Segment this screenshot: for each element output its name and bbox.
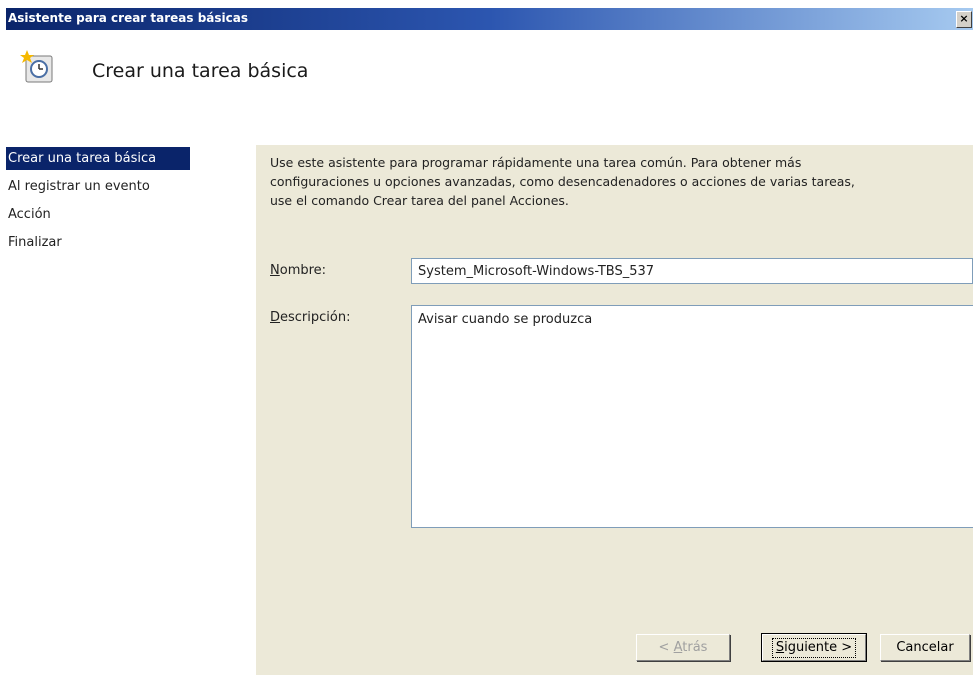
next-accel: S [775, 640, 785, 655]
nav-item-create-basic-task[interactable]: Crear una tarea básica [6, 147, 190, 170]
back-button[interactable]: < Atrás [636, 634, 730, 661]
description-label-rest: escripción: [280, 310, 351, 325]
step-navigation: Crear una tarea básica Al registrar un e… [6, 145, 256, 675]
close-icon: × [959, 12, 969, 25]
window-title: Asistente para crear tareas básicas [8, 11, 249, 25]
name-label: Nombre: [270, 263, 326, 278]
instructions-text: Use este asistente para programar rápida… [270, 153, 970, 210]
next-button[interactable]: Siguiente > [761, 633, 867, 662]
next-focus: Siguiente > [771, 638, 857, 658]
name-label-accel: N [270, 263, 280, 278]
instructions-line: Use este asistente para programar rápida… [270, 155, 802, 170]
wizard-body: Crear una tarea básica Al registrar un e… [6, 145, 973, 675]
wizard-window: Asistente para crear tareas básicas × Cr… [6, 8, 973, 675]
name-input[interactable] [411, 258, 973, 284]
back-rest: trás [682, 640, 708, 655]
back-accel: A [673, 640, 683, 655]
name-label-rest: ombre: [279, 263, 327, 278]
wizard-header: Crear una tarea básica [6, 30, 973, 145]
nav-item-on-event[interactable]: Al registrar un evento [6, 175, 190, 198]
cancel-button[interactable]: Cancelar [880, 634, 970, 661]
description-label: Descripción: [270, 310, 350, 325]
nav-item-action[interactable]: Acción [6, 203, 190, 226]
description-label-accel: D [270, 310, 281, 325]
description-textarea[interactable]: Avisar cuando se produzca [411, 305, 973, 528]
next-rest: iguiente > [784, 640, 853, 655]
back-prefix: < [658, 640, 674, 655]
clock-task-icon [20, 50, 53, 83]
title-bar[interactable]: Asistente para crear tareas básicas × [6, 8, 973, 30]
instructions-line: configuraciones u opciones avanzadas, co… [270, 174, 855, 189]
instructions-line: use el comando Crear tarea del panel Acc… [270, 193, 569, 208]
header-title: Crear una tarea básica [92, 60, 309, 82]
step-content: Use este asistente para programar rápida… [256, 145, 973, 675]
nav-item-finish[interactable]: Finalizar [6, 231, 190, 254]
close-button[interactable]: × [956, 11, 972, 28]
